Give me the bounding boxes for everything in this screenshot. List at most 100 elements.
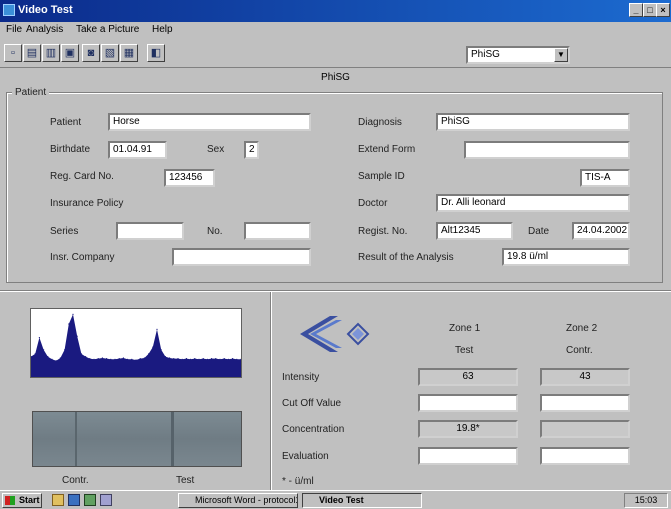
strip-test-label: Test xyxy=(176,475,195,486)
print-icon[interactable]: ▦ xyxy=(120,44,138,62)
strip-control-label: Contr. xyxy=(62,475,89,486)
densitogram-point xyxy=(38,337,40,339)
evaluation-zone2[interactable] xyxy=(540,447,630,465)
diagnosis-field[interactable]: PhiSG xyxy=(436,113,630,131)
densitogram-point xyxy=(72,313,74,315)
maximize-button[interactable]: □ xyxy=(643,3,657,17)
concentration-zone2 xyxy=(540,420,630,438)
date-label: Date xyxy=(528,226,550,237)
save-icon[interactable]: ▣ xyxy=(61,44,79,62)
windows-logo-icon xyxy=(5,496,15,505)
densitogram-point xyxy=(89,358,91,360)
date-field[interactable]: 24.04.2002 xyxy=(572,222,630,240)
densitogram-point xyxy=(227,358,229,360)
densitogram-point xyxy=(64,349,66,351)
app-icon xyxy=(3,4,15,16)
series-field[interactable] xyxy=(116,222,184,240)
patient-field[interactable]: Horse xyxy=(108,113,311,131)
test-band xyxy=(171,412,174,466)
densitogram-point xyxy=(135,359,137,361)
densitogram-point xyxy=(156,328,158,330)
chart-icon[interactable]: ▥ xyxy=(42,44,60,62)
quicklaunch-desktop-icon[interactable] xyxy=(68,494,80,506)
densitogram-point xyxy=(122,357,124,359)
densitogram-point xyxy=(219,358,221,360)
title-bar: Video Test _ □ × xyxy=(0,0,671,22)
sample-id-field[interactable]: TIS-A xyxy=(580,169,630,187)
cutoff-zone2[interactable] xyxy=(540,394,630,412)
test-select[interactable]: PhiSG ▼ xyxy=(466,46,570,64)
densitogram-point xyxy=(34,353,36,355)
densitogram-point xyxy=(236,358,238,360)
birthdate-label: Birthdate xyxy=(50,144,91,155)
densitogram-point xyxy=(85,356,87,358)
densitogram-point xyxy=(177,358,179,360)
panel-divider xyxy=(0,290,671,292)
densitogram-point xyxy=(93,358,95,360)
minimize-button[interactable]: _ xyxy=(629,3,643,17)
chevron-down-icon[interactable]: ▼ xyxy=(554,48,568,62)
quicklaunch-outlook-icon[interactable] xyxy=(84,494,96,506)
densitogram-point xyxy=(80,353,82,355)
concentration-label: Concentration xyxy=(282,424,345,435)
densitogram-point xyxy=(106,358,108,360)
menu-file[interactable]: File xyxy=(6,24,22,35)
register-field[interactable]: Alt12345 xyxy=(436,222,513,240)
start-label: Start xyxy=(19,495,40,505)
densitogram-point xyxy=(143,357,145,359)
ins-company-label: Insr. Company xyxy=(50,252,115,263)
camera-icon[interactable]: ◙ xyxy=(82,44,100,62)
quicklaunch-app-icon[interactable] xyxy=(100,494,112,506)
densitogram-point xyxy=(181,358,183,360)
exit-icon[interactable]: ◧ xyxy=(147,44,165,62)
densitogram-point xyxy=(59,357,61,359)
task-word[interactable]: Microsoft Word - protocol1 xyxy=(178,493,298,508)
company-logo xyxy=(300,316,370,352)
densitogram-point xyxy=(139,358,141,360)
start-button[interactable]: Start xyxy=(2,493,42,508)
close-button[interactable]: × xyxy=(656,3,670,17)
menu-analysis[interactable]: Analysis xyxy=(26,24,63,35)
densitogram-point xyxy=(131,358,133,360)
task-video-test[interactable]: Video Test xyxy=(302,493,422,508)
scan-icon[interactable]: ▧ xyxy=(101,44,119,62)
menu-help[interactable]: Help xyxy=(152,24,173,35)
cutoff-zone1[interactable] xyxy=(418,394,518,412)
densitogram-point xyxy=(101,357,103,359)
result-label: Result of the Analysis xyxy=(358,252,454,263)
open-icon[interactable]: ▤ xyxy=(23,44,41,62)
evaluation-zone1[interactable] xyxy=(418,447,518,465)
densitogram-point xyxy=(164,356,166,358)
zone1-header: Zone 1 xyxy=(449,323,481,334)
zone2-header: Zone 2 xyxy=(566,323,598,334)
densitogram-point xyxy=(43,349,45,351)
densitogram-point xyxy=(211,358,213,360)
no-field[interactable] xyxy=(244,222,311,240)
densitogram-point xyxy=(152,346,154,348)
clock: 15:03 xyxy=(624,493,668,508)
birthdate-field[interactable]: 01.04.91 xyxy=(108,141,167,159)
densitogram-point xyxy=(114,358,116,360)
extend-field[interactable] xyxy=(464,141,630,159)
densitogram-chart xyxy=(30,308,242,378)
densitogram-point xyxy=(202,358,204,360)
doctor-field[interactable]: Dr. Alli leonard xyxy=(436,194,630,212)
menu-take-picture[interactable]: Take a Picture xyxy=(76,24,139,35)
test-select-value: PhiSG xyxy=(471,49,500,60)
menu-bar: File Analysis Take a Picture Help xyxy=(0,22,671,38)
quicklaunch-ie-icon[interactable] xyxy=(52,494,64,506)
ins-company-field[interactable] xyxy=(172,248,311,266)
intensity-label: Intensity xyxy=(282,372,320,383)
densitogram-point xyxy=(68,323,70,325)
reg-card-field[interactable]: 123456 xyxy=(164,169,215,187)
patient-group-title: Patient xyxy=(12,87,50,98)
vertical-divider xyxy=(270,292,272,490)
result-field[interactable]: 19.8 ü/ml xyxy=(502,248,630,266)
register-label: Regist. No. xyxy=(358,226,408,237)
intensity-zone1: 63 xyxy=(418,368,518,386)
sex-field[interactable]: 2 xyxy=(244,141,259,159)
densitogram-point xyxy=(198,358,200,360)
new-icon[interactable]: ▫ xyxy=(4,44,22,62)
footnote: * - ü/ml xyxy=(282,476,314,487)
intensity-zone2: 43 xyxy=(540,368,630,386)
